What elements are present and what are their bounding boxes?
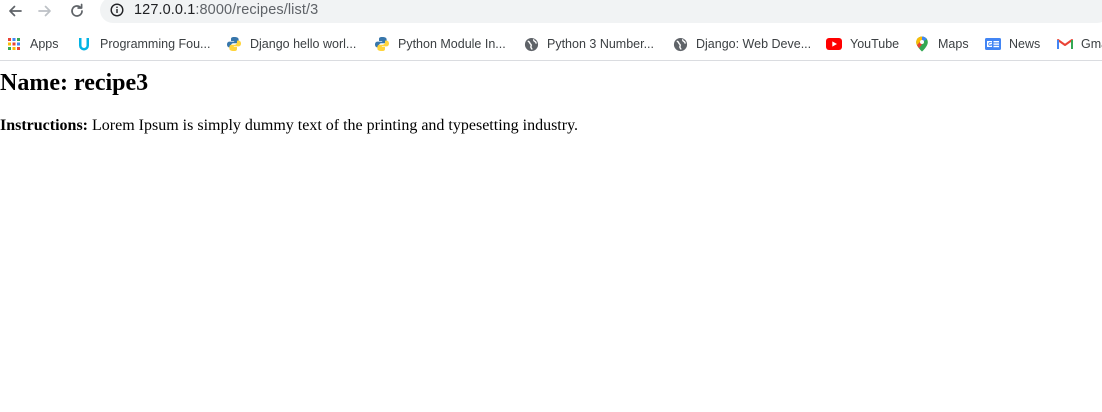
recipe-title: Name: recipe3 (0, 70, 148, 96)
bookmarks-bar: Apps Programming Fou... Django hello wor… (0, 31, 1102, 57)
recipe-name: recipe3 (73, 70, 149, 96)
globe-icon (672, 36, 688, 52)
bookmark-label: Gma (1081, 37, 1102, 51)
bookmark-label: Apps (30, 37, 59, 51)
recipe-instructions: Instructions: Lorem Ipsum is simply dumm… (0, 117, 578, 135)
browser-toolbar: 127.0.0.1:8000/recipes/list/3 (0, 0, 1102, 24)
bookmark-label: Programming Fou... (100, 37, 211, 51)
bookmark-python3-number[interactable]: Python 3 Number... (523, 31, 654, 57)
bookmark-django-hello[interactable]: Django hello worl... (226, 31, 356, 57)
reload-icon (69, 3, 85, 19)
site-info-icon[interactable] (110, 3, 124, 17)
arrow-right-icon (37, 3, 53, 19)
url-host: 127.0.0.1 (134, 2, 196, 18)
python-icon (374, 36, 390, 52)
arrow-left-icon (7, 3, 23, 19)
reload-button[interactable] (66, 0, 88, 22)
bookmark-label: News (1009, 37, 1041, 51)
bookmark-label: Django hello worl... (250, 37, 357, 51)
bookmark-label: Maps (938, 37, 969, 51)
udacity-icon (76, 36, 92, 52)
instructions-text: Lorem Ipsum is simply dummy text of the … (88, 117, 579, 134)
instructions-label: Instructions: (0, 117, 89, 134)
bookmark-label: Python Module In... (398, 37, 506, 51)
toolbar-divider (0, 60, 1102, 61)
maps-icon (914, 36, 930, 52)
news-icon: G (985, 36, 1001, 52)
bookmark-apps[interactable]: Apps (6, 31, 59, 57)
back-button[interactable] (4, 0, 26, 22)
bookmark-news[interactable]: G News (985, 31, 1040, 57)
url-text[interactable]: 127.0.0.1:8000/recipes/list/3 (134, 1, 318, 19)
address-bar[interactable]: 127.0.0.1:8000/recipes/list/3 (100, 0, 1102, 23)
globe-icon (523, 36, 539, 52)
youtube-icon (826, 36, 842, 52)
forward-button[interactable] (34, 0, 56, 22)
python-icon (226, 36, 242, 52)
bookmark-python-module[interactable]: Python Module In... (374, 31, 506, 57)
bookmark-gmail[interactable]: Gma (1057, 31, 1102, 57)
bookmark-label: YouTube (850, 37, 900, 51)
gmail-icon (1057, 36, 1073, 52)
svg-text:G: G (988, 42, 992, 48)
bookmark-label: Django: Web Deve... (696, 37, 812, 51)
bookmark-django-web[interactable]: Django: Web Deve... (672, 31, 811, 57)
url-path: :8000/recipes/list/3 (195, 2, 319, 18)
bookmark-programming[interactable]: Programming Fou... (76, 31, 210, 57)
bookmark-youtube[interactable]: YouTube (826, 31, 899, 57)
recipe-name-label: Name: (0, 70, 74, 96)
bookmark-label: Python 3 Number... (547, 37, 655, 51)
bookmark-maps[interactable]: Maps (914, 31, 969, 57)
apps-grid-icon (6, 36, 22, 52)
